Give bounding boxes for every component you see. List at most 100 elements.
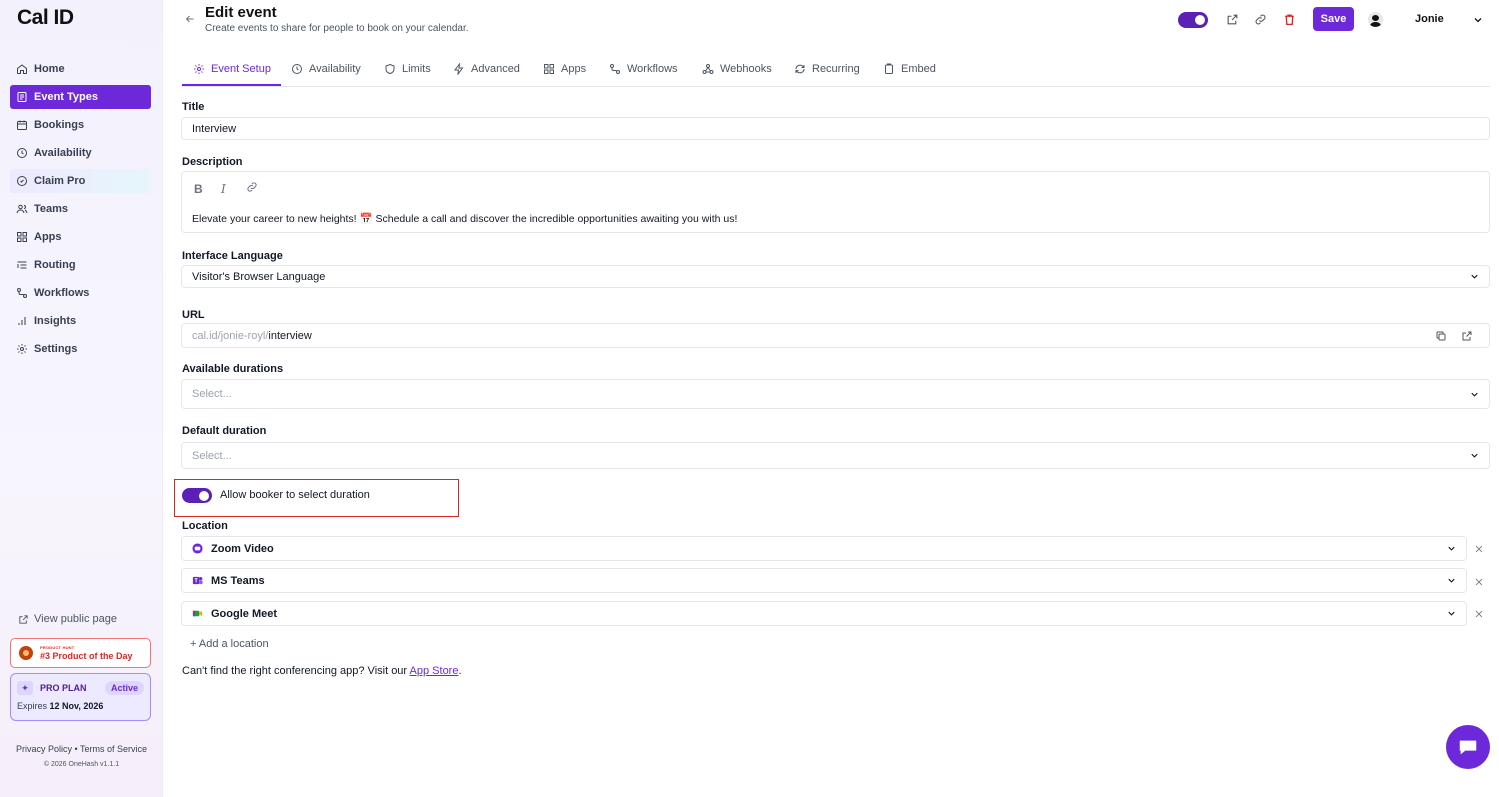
google-meet-icon	[192, 608, 203, 619]
close-icon[interactable]	[1474, 608, 1484, 618]
sidebar-item-label: Apps	[34, 231, 62, 243]
sidebar-item-claim-pro[interactable]: Claim Pro	[10, 169, 151, 193]
sidebar-nav: Home Event Types Bookings Availability C…	[10, 57, 151, 365]
chevron-down-icon	[1471, 453, 1478, 458]
footer-separator: •	[74, 744, 78, 754]
sidebar-item-event-types[interactable]: Event Types	[10, 85, 151, 109]
privacy-policy-link[interactable]: Privacy Policy	[16, 744, 72, 754]
italic-button[interactable]: I	[221, 182, 226, 196]
sidebar-item-workflows[interactable]: Workflows	[10, 281, 151, 305]
trash-icon[interactable]	[1283, 13, 1296, 26]
location-item-ms-teams[interactable]: MS Teams	[181, 568, 1467, 593]
location-item-google-meet[interactable]: Google Meet	[181, 601, 1467, 626]
app-logo[interactable]: Cal ID	[17, 6, 74, 30]
app-store-link[interactable]: App Store	[410, 665, 459, 677]
chevron-down-icon	[1471, 392, 1478, 397]
hidden-toggle[interactable]	[1178, 12, 1208, 28]
url-label: URL	[182, 309, 205, 321]
tab-webhooks[interactable]: Webhooks	[702, 52, 772, 86]
routing-icon	[16, 259, 28, 271]
link-icon[interactable]	[1254, 13, 1267, 26]
clock-icon	[16, 147, 28, 159]
external-link-icon[interactable]	[1226, 13, 1239, 26]
medal-icon	[19, 646, 33, 660]
allow-duration-toggle[interactable]	[182, 488, 212, 503]
available-durations-select[interactable]: Select...	[181, 379, 1490, 409]
location-label: Location	[182, 520, 228, 532]
tab-workflows[interactable]: Workflows	[609, 52, 678, 86]
gear-icon	[193, 63, 205, 75]
location-name: Google Meet	[211, 607, 278, 620]
sidebar: Cal ID Home Event Types Bookings Availab…	[0, 0, 163, 797]
sidebar-item-bookings[interactable]: Bookings	[10, 113, 151, 137]
user-name[interactable]: Jonie	[1415, 13, 1444, 25]
tab-label: Advanced	[471, 63, 520, 75]
add-location-button[interactable]: + Add a location	[190, 638, 269, 650]
location-item-zoom[interactable]: Zoom Video	[181, 536, 1467, 561]
tab-recurring[interactable]: Recurring	[794, 52, 860, 86]
close-icon[interactable]	[1474, 576, 1484, 586]
workflow-icon	[609, 63, 621, 75]
tab-advanced[interactable]: Advanced	[453, 52, 520, 86]
external-link-icon[interactable]	[1461, 330, 1473, 342]
chevron-down-icon[interactable]	[1472, 14, 1484, 26]
tab-label: Event Setup	[211, 63, 271, 75]
title-input[interactable]: Interview	[181, 117, 1490, 140]
tab-event-setup[interactable]: Event Setup	[193, 52, 271, 86]
grid-icon	[16, 231, 28, 243]
url-slug: interview	[268, 329, 312, 342]
interface-language-label: Interface Language	[182, 250, 283, 262]
link-icon[interactable]	[246, 181, 258, 196]
back-arrow-icon[interactable]	[184, 13, 196, 25]
sparkle-icon: ✦	[17, 681, 33, 695]
url-actions	[1435, 330, 1473, 342]
sidebar-item-settings[interactable]: Settings	[10, 337, 151, 361]
chat-button[interactable]	[1446, 725, 1490, 769]
chevron-down-icon	[1471, 274, 1478, 279]
copy-icon[interactable]	[1435, 330, 1447, 342]
sidebar-item-teams[interactable]: Teams	[10, 197, 151, 221]
expires-date: 12 Nov, 2026	[49, 701, 104, 711]
allow-duration-label: Allow booker to select duration	[220, 489, 370, 501]
page-title: Edit event	[205, 4, 277, 21]
interface-language-select[interactable]: Visitor's Browser Language	[181, 265, 1490, 288]
grid-icon	[543, 63, 555, 75]
language-value: Visitor's Browser Language	[192, 270, 326, 283]
status-badge: Active	[104, 681, 144, 695]
sidebar-item-home[interactable]: Home	[10, 57, 151, 81]
badge-icon	[16, 175, 28, 187]
expires-label: Expires	[17, 701, 48, 711]
sidebar-item-availability[interactable]: Availability	[10, 141, 151, 165]
workflow-icon	[16, 287, 28, 299]
default-duration-label: Default duration	[182, 425, 267, 437]
sidebar-item-apps[interactable]: Apps	[10, 225, 151, 249]
tab-availability[interactable]: Availability	[291, 52, 361, 86]
view-public-page-link[interactable]: View public page	[18, 613, 117, 625]
tab-limits[interactable]: Limits	[384, 52, 431, 86]
description-editor[interactable]: B I Elevate your career to new heights! …	[181, 171, 1490, 233]
product-hunt-badge[interactable]: PRODUCT HUNT #3 Product of the Day	[10, 638, 151, 668]
sidebar-item-routing[interactable]: Routing	[10, 253, 151, 277]
active-tab-indicator	[182, 84, 281, 86]
terms-link[interactable]: Terms of Service	[80, 744, 147, 754]
save-button[interactable]: Save	[1313, 7, 1354, 31]
sidebar-item-label: Bookings	[34, 119, 85, 131]
tab-embed[interactable]: Embed	[883, 52, 936, 86]
sidebar-item-insights[interactable]: Insights	[10, 309, 151, 333]
sidebar-item-label: Availability	[34, 147, 92, 159]
tab-label: Recurring	[812, 63, 860, 75]
url-field[interactable]: cal.id/jonie-royl/interview	[181, 323, 1490, 348]
zoom-icon	[192, 543, 203, 554]
title-label: Title	[182, 101, 205, 113]
view-public-page-label: View public page	[34, 613, 117, 625]
bold-button[interactable]: B	[194, 182, 203, 196]
close-icon[interactable]	[1474, 543, 1484, 553]
tab-apps[interactable]: Apps	[543, 52, 586, 86]
clock-icon	[291, 63, 303, 75]
bar-chart-icon	[16, 315, 28, 327]
default-duration-select[interactable]: Select...	[181, 442, 1490, 469]
avatar[interactable]	[1368, 12, 1383, 27]
users-icon	[16, 203, 28, 215]
pro-plan-name: PRO PLAN	[40, 683, 87, 693]
calendar-icon	[16, 119, 28, 131]
